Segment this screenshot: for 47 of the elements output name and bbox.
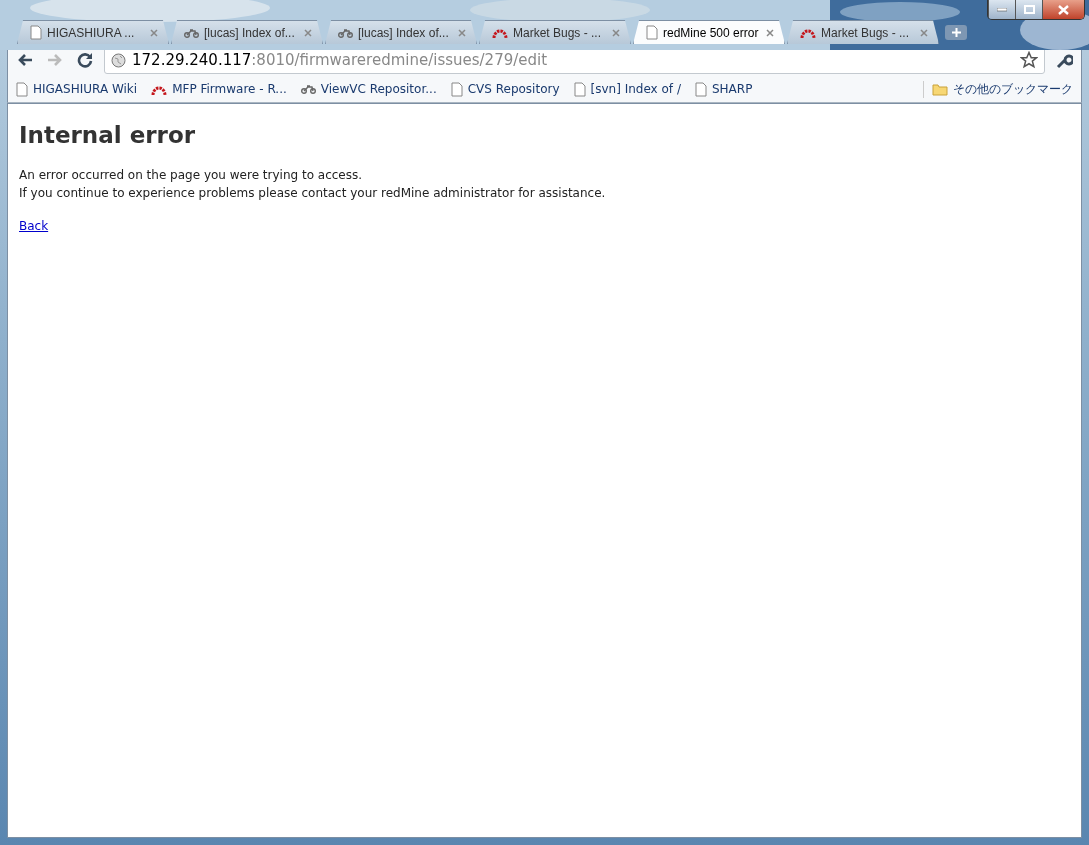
browser-tab[interactable]: [lucas] Index of... [171, 20, 323, 44]
bookmark-link[interactable]: [svn] Index of / [573, 81, 681, 97]
page-icon [450, 81, 463, 97]
other-bookmarks-link[interactable]: その他のブックマーク [923, 80, 1073, 98]
bookmark-link[interactable]: CVS Repository [450, 81, 560, 97]
close-button[interactable] [1042, 0, 1084, 19]
browser-tab[interactable]: [lucas] Index of... [325, 20, 477, 44]
browser-tab[interactable]: redMine 500 error [633, 20, 785, 44]
close-icon[interactable] [920, 28, 928, 37]
new-tab-button[interactable] [945, 25, 967, 40]
back-link[interactable]: Back [19, 219, 49, 233]
browser-tab[interactable]: HIGASHIURA ... [17, 20, 169, 44]
page-icon [646, 25, 658, 40]
close-icon[interactable] [304, 28, 312, 37]
bookmark-link[interactable]: SHARP [694, 81, 753, 97]
page-icon [30, 25, 42, 40]
star-icon[interactable] [1020, 51, 1038, 69]
page-icon [16, 81, 28, 97]
close-icon [1058, 4, 1069, 15]
back-arrow-icon [17, 53, 33, 67]
close-icon[interactable] [150, 28, 158, 37]
error-message: An error occurred on the page you were trying to access. If you continue to experience problems please contact your redMine administrator for assistance. [19, 167, 607, 202]
bike-icon [338, 27, 353, 38]
bike-icon [184, 27, 199, 38]
plus-icon [951, 28, 961, 37]
bike-icon [300, 84, 316, 94]
close-icon[interactable] [766, 28, 774, 37]
close-icon[interactable] [458, 28, 466, 37]
page-icon [573, 81, 586, 97]
bookmark-link[interactable]: MFP Firmware - R... [151, 82, 287, 96]
arch-icon [800, 27, 816, 38]
reload-icon [77, 52, 93, 68]
close-icon[interactable] [612, 28, 620, 37]
browser-tab[interactable]: Market Bugs - ... [787, 20, 939, 44]
forward-arrow-icon [47, 53, 63, 67]
globe-icon [111, 52, 126, 68]
page-heading: Internal error [19, 122, 197, 148]
bookmark-link[interactable]: HIGASHIURA Wiki [16, 81, 138, 97]
minimize-icon [997, 7, 1007, 12]
arch-icon [492, 27, 508, 38]
maximize-button[interactable] [1015, 0, 1042, 19]
minimize-button[interactable] [988, 0, 1015, 19]
maximize-icon [1023, 5, 1035, 14]
bookmark-link[interactable]: ViewVC Repositor... [300, 82, 437, 96]
browser-tab[interactable]: Market Bugs - ... [479, 20, 631, 44]
page-icon [694, 81, 707, 97]
folder-icon [932, 82, 948, 96]
